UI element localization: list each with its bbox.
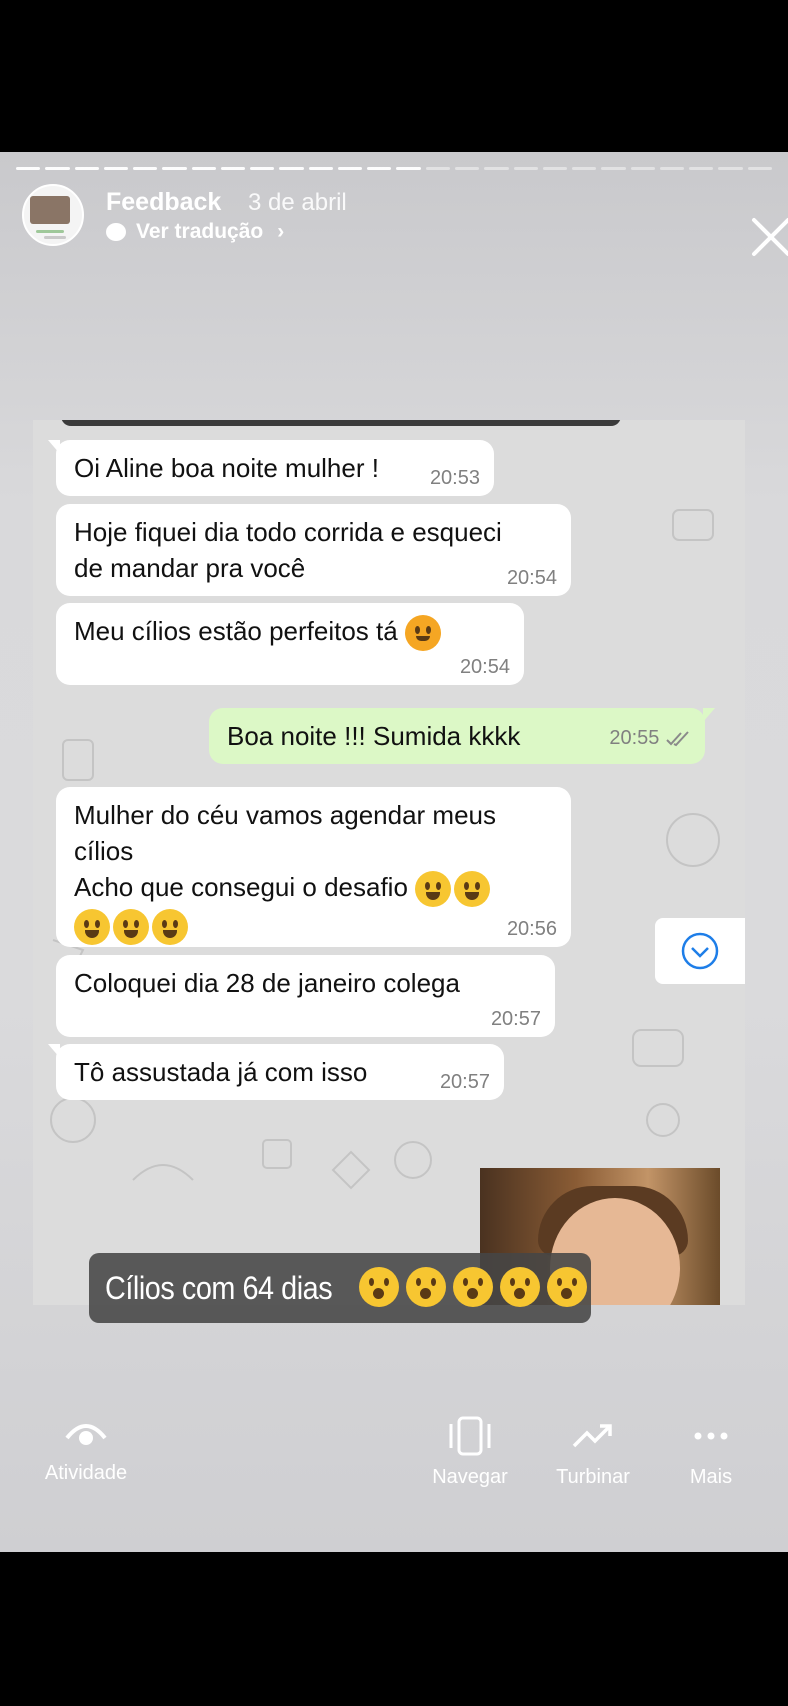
message-text: Mulher do céu vamos agendar meus cílios … — [74, 797, 555, 946]
story-viewer[interactable]: Feedback 3 de abril Ver tradução › Oi Al… — [0, 152, 788, 1552]
progress-segment — [308, 167, 333, 170]
chat-screenshot: Oi Aline boa noite mulher ! 20:53 Hoje f… — [33, 420, 745, 1305]
story-bottom-bar: Atividade Navegar Turbinar Mais — [0, 1416, 788, 1526]
progress-segment — [250, 167, 275, 170]
story-progress — [16, 167, 772, 170]
smiling-hearts-emoji — [404, 615, 441, 652]
hushed-face-emoji — [547, 1267, 587, 1307]
navigate-label: Navegar — [432, 1466, 508, 1488]
progress-segment — [45, 167, 70, 170]
status-bar-area — [0, 0, 788, 152]
tears-of-joy-emoji — [152, 909, 188, 946]
hushed-face-emoji — [359, 1267, 399, 1307]
close-icon[interactable] — [748, 214, 788, 260]
activity-button[interactable]: Atividade — [36, 1416, 136, 1485]
progress-segment — [162, 167, 187, 170]
message-bubble-outgoing: Boa noite !!! Sumida kkkk 20:55 — [209, 708, 715, 764]
scroll-down-button[interactable] — [655, 918, 745, 984]
progress-segment — [601, 167, 626, 170]
progress-segment — [572, 167, 597, 170]
boost-label: Turbinar — [556, 1466, 630, 1488]
progress-segment — [659, 167, 685, 170]
chevron-down-circle-icon — [681, 932, 719, 970]
message-time: 20:55 — [609, 726, 691, 750]
navigate-button[interactable]: Navegar — [420, 1416, 520, 1489]
tears-of-joy-emoji — [113, 909, 149, 946]
progress-segment — [367, 167, 392, 170]
progress-segment — [689, 167, 714, 170]
progress-segment — [16, 167, 41, 170]
tears-of-joy-emoji — [74, 909, 110, 946]
translate-button[interactable]: Ver tradução › — [106, 220, 284, 244]
message-time: 20:53 — [429, 467, 480, 489]
progress-segment — [718, 167, 743, 170]
message-time: 20:57 — [439, 1071, 490, 1093]
chat-bubble-icon — [106, 223, 126, 241]
more-dots-icon — [694, 1432, 728, 1440]
message-bubble: Meu cílios estão perfeitos tá 20:54 — [56, 603, 524, 685]
progress-segment — [425, 167, 450, 170]
message-text: Meu cílios estão perfeitos tá — [74, 616, 398, 646]
progress-segment — [630, 167, 655, 170]
hushed-face-emoji — [406, 1267, 446, 1307]
message-bubble: Mulher do céu vamos agendar meus cílios … — [56, 787, 571, 947]
message-time: 20:57 — [490, 1008, 541, 1030]
progress-segment — [337, 167, 363, 170]
progress-segment — [133, 167, 158, 170]
progress-segment — [220, 167, 246, 170]
message-bubble: Oi Aline boa noite mulher ! 20:53 — [48, 440, 494, 496]
double-check-icon — [666, 731, 689, 746]
caption-emojis — [359, 1267, 590, 1307]
progress-segment — [454, 167, 480, 170]
more-label: Mais — [689, 1466, 733, 1488]
message-bubble: Tô assustada já com isso 20:57 — [48, 1044, 504, 1100]
message-text: Hoje fiquei dia todo corrida e esqueci d… — [74, 517, 502, 583]
more-button[interactable]: Mais — [661, 1416, 761, 1489]
account-name[interactable]: Feedback — [106, 188, 221, 217]
progress-segment — [747, 167, 772, 170]
home-indicator-area — [0, 1552, 788, 1706]
boost-button[interactable]: Turbinar — [543, 1416, 643, 1489]
chevron-right-icon: › — [277, 220, 285, 243]
message-text: Oi Aline boa noite mulher ! — [74, 453, 379, 483]
trending-up-icon — [572, 1424, 612, 1448]
progress-segment — [103, 167, 129, 170]
media-preview-edge — [61, 420, 621, 426]
zany-face-emoji — [415, 871, 452, 908]
message-bubble: Hoje fiquei dia todo corrida e esqueci d… — [56, 504, 571, 596]
progress-segment — [542, 167, 568, 170]
progress-segment — [279, 167, 304, 170]
message-text: Coloquei dia 28 de janeiro colega — [74, 968, 460, 998]
progress-segment — [396, 167, 421, 170]
tears-of-joy-emoji — [454, 871, 491, 908]
activity-label: Atividade — [44, 1462, 128, 1484]
story-caption: Cílios com 64 dias — [89, 1253, 591, 1323]
message-text: Tô assustada já com isso — [74, 1057, 368, 1087]
caption-text: Cílios com 64 dias — [105, 1269, 333, 1306]
translate-label: Ver tradução — [136, 220, 264, 243]
hushed-face-emoji — [453, 1267, 493, 1307]
pages-icon — [449, 1416, 491, 1456]
message-time: 20:54 — [459, 656, 510, 678]
message-bubble: Coloquei dia 28 de janeiro colega 20:57 — [56, 955, 555, 1037]
progress-segment — [513, 167, 538, 170]
story-header: Feedback 3 de abril Ver tradução › — [22, 184, 788, 256]
message-time: 20:54 — [506, 567, 557, 589]
message-time: 20:56 — [506, 918, 557, 940]
hushed-face-emoji — [500, 1267, 540, 1307]
progress-segment — [484, 167, 509, 170]
progress-segment — [74, 167, 99, 170]
eye-icon — [65, 1424, 107, 1445]
progress-segment — [191, 167, 216, 170]
avatar[interactable] — [22, 184, 84, 246]
story-date: 3 de abril — [248, 189, 347, 216]
